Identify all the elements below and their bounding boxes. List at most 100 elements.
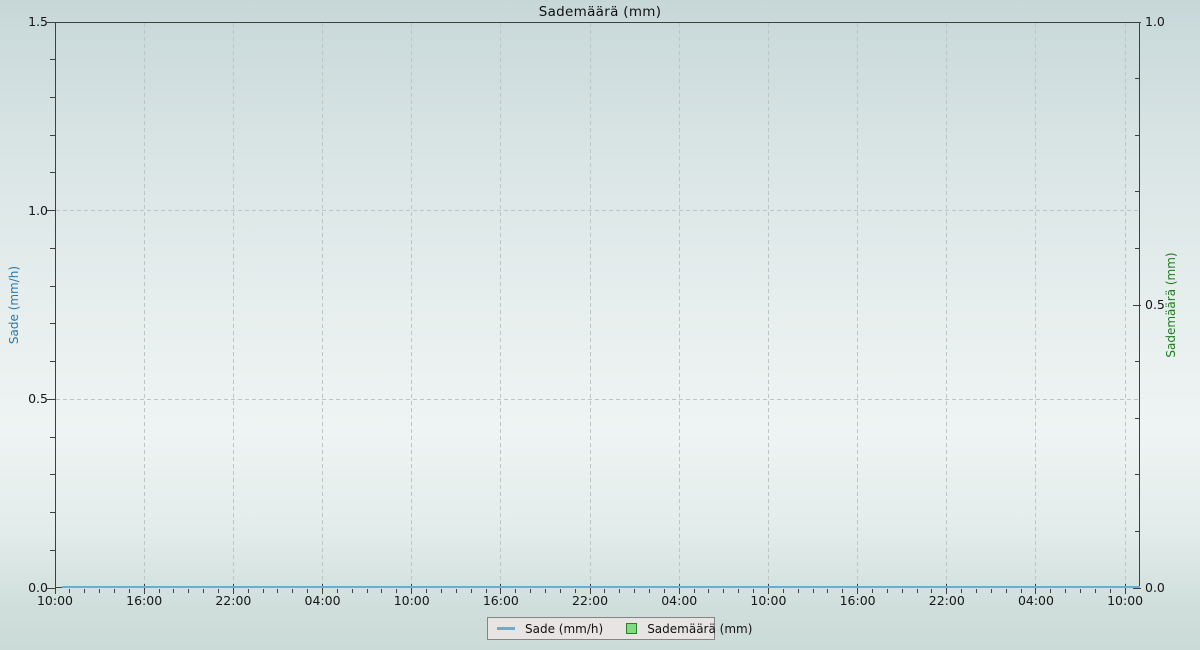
x-axis-minor-tick — [798, 589, 799, 593]
x-axis-minor-tick — [604, 589, 605, 593]
left-axis-tick-label: 1.5 — [0, 14, 48, 30]
x-axis-minor-tick — [99, 589, 100, 593]
x-axis-tick-label: 04:00 — [295, 593, 351, 608]
x-axis-minor-tick — [545, 589, 546, 593]
x-axis-minor-tick — [337, 589, 338, 593]
x-axis-tick-label: 04:00 — [651, 593, 707, 608]
x-axis-minor-tick — [426, 589, 427, 593]
left-axis-minor-tick — [50, 474, 55, 475]
legend-label-sademaara: Sademäärä (mm) — [647, 622, 752, 636]
x-axis-minor-tick — [1080, 589, 1081, 593]
x-axis-minor-tick — [1006, 589, 1007, 593]
x-axis-minor-tick — [1095, 589, 1096, 593]
x-axis-minor-tick — [188, 589, 189, 593]
right-axis-tick-label: 0.0 — [1145, 580, 1193, 596]
gridline-horizontal — [56, 399, 1140, 400]
gridline-vertical — [1125, 23, 1126, 588]
right-axis-minor-tick — [1135, 191, 1140, 192]
left-axis-minor-tick — [50, 550, 55, 551]
legend-label-sade: Sade (mm/h) — [525, 622, 603, 636]
x-axis-minor-tick — [292, 589, 293, 593]
gridline-vertical — [500, 23, 501, 588]
sademaara-square-swatch-icon — [626, 623, 637, 634]
x-axis-minor-tick — [1065, 589, 1066, 593]
x-axis-tick-label: 16:00 — [830, 593, 886, 608]
x-axis-minor-tick — [173, 589, 174, 593]
x-axis-minor-tick — [694, 589, 695, 593]
x-axis-minor-tick — [69, 589, 70, 593]
x-axis-minor-tick — [813, 589, 814, 593]
x-axis-minor-tick — [277, 589, 278, 593]
left-axis-major-tick — [47, 399, 56, 400]
gridline-vertical — [233, 23, 234, 588]
x-axis-minor-tick — [827, 589, 828, 593]
right-axis-minor-tick — [1135, 78, 1140, 79]
x-axis-minor-tick — [723, 589, 724, 593]
left-axis-tick-label: 1.0 — [0, 203, 48, 219]
x-axis-tick-label: 10:00 — [740, 593, 796, 608]
x-axis-minor-tick — [352, 589, 353, 593]
x-axis-minor-tick — [991, 589, 992, 593]
right-axis-minor-tick — [1135, 248, 1140, 249]
x-axis-minor-tick — [381, 589, 382, 593]
x-axis-tick-label: 10:00 — [384, 593, 440, 608]
right-axis-title: Sademäärä (mm) — [1164, 252, 1178, 357]
chart-title: Sademäärä (mm) — [0, 4, 1200, 20]
right-axis-major-tick — [1133, 305, 1141, 306]
left-axis-minor-tick — [50, 437, 55, 438]
x-axis-minor-tick — [515, 589, 516, 593]
x-axis-minor-tick — [783, 589, 784, 593]
left-axis-tick-label: 0.5 — [0, 391, 48, 407]
gridline-vertical — [768, 23, 769, 588]
left-axis-minor-tick — [50, 286, 55, 287]
x-axis-minor-tick — [367, 589, 368, 593]
x-axis-minor-tick — [976, 589, 977, 593]
x-axis-minor-tick — [619, 589, 620, 593]
precipitation-chart: Sademäärä (mm) 10:00 16:00 22:00 04:00 10:00… — [0, 0, 1200, 650]
left-axis-minor-tick — [50, 97, 55, 98]
left-axis-major-tick — [47, 210, 56, 211]
right-axis-minor-tick — [1135, 361, 1140, 362]
x-axis-minor-tick — [159, 589, 160, 593]
left-axis-major-tick — [47, 22, 56, 23]
x-axis-minor-tick — [471, 589, 472, 593]
x-axis-minor-tick — [872, 589, 873, 593]
x-axis-tick-label: 16:00 — [116, 593, 172, 608]
left-axis-minor-tick — [50, 59, 55, 60]
x-axis-tick-label: 22:00 — [562, 593, 618, 608]
left-axis-minor-tick — [50, 248, 55, 249]
x-axis-minor-tick — [248, 589, 249, 593]
plot-area — [55, 22, 1140, 588]
x-axis-minor-tick — [203, 589, 204, 593]
gridline-vertical — [144, 23, 145, 588]
left-axis-minor-tick — [50, 135, 55, 136]
left-axis-major-tick — [47, 588, 56, 589]
right-axis-minor-tick — [1135, 531, 1140, 532]
left-axis-minor-tick — [50, 512, 55, 513]
sade-line-swatch-icon — [497, 627, 515, 630]
x-axis-minor-tick — [530, 589, 531, 593]
x-axis-tick-label: 04:00 — [1008, 593, 1064, 608]
left-axis-title: Sade (mm/h) — [7, 266, 21, 344]
x-axis-tick-label: 22:00 — [205, 593, 261, 608]
x-axis-minor-tick — [456, 589, 457, 593]
legend: Sade (mm/h) Sademäärä (mm) — [487, 617, 715, 640]
left-axis-tick-label: 0.0 — [0, 580, 48, 596]
left-axis-minor-tick — [50, 172, 55, 173]
gridline-horizontal — [56, 210, 1140, 211]
gridline-vertical — [946, 23, 947, 588]
x-axis-tick-label: 16:00 — [473, 593, 529, 608]
gridline-vertical — [411, 23, 412, 588]
gridline-vertical — [1035, 23, 1036, 588]
right-axis-minor-tick — [1135, 135, 1140, 136]
x-axis-minor-tick — [649, 589, 650, 593]
x-axis-minor-tick — [1050, 589, 1051, 593]
sade-zero-data-line — [62, 586, 1140, 589]
x-axis-minor-tick — [634, 589, 635, 593]
x-axis-minor-tick — [887, 589, 888, 593]
x-axis-minor-tick — [961, 589, 962, 593]
gridline-vertical — [590, 23, 591, 588]
x-axis-minor-tick — [902, 589, 903, 593]
gridline-vertical — [322, 23, 323, 588]
x-axis-minor-tick — [917, 589, 918, 593]
